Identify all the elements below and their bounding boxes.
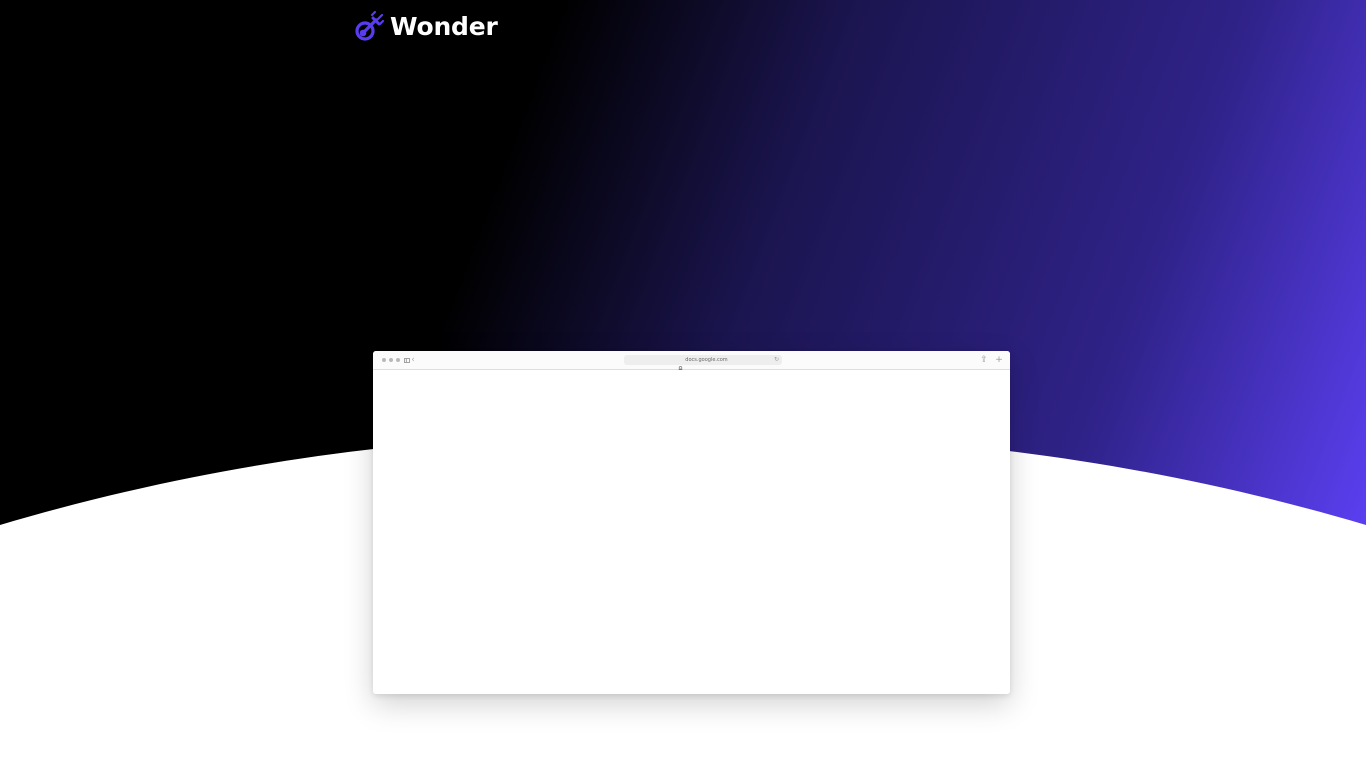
minimize-dot-icon[interactable] [389, 358, 393, 362]
maximize-dot-icon[interactable] [396, 358, 400, 362]
browser-mockup: ‹ docs.google.com ↻ ⇪ + [373, 351, 1010, 694]
share-icon[interactable]: ⇪ [979, 354, 989, 366]
brand-logo[interactable]: Wonder [352, 10, 498, 44]
address-bar[interactable]: docs.google.com ↻ [624, 355, 782, 372]
brand-name: Wonder [390, 12, 498, 41]
lock-icon [678, 357, 683, 372]
comet-icon [352, 10, 386, 44]
url-text: docs.google.com [685, 357, 728, 363]
back-chevron-icon[interactable]: ‹ [408, 354, 418, 366]
browser-page-content [373, 370, 1010, 694]
reload-icon[interactable]: ↻ [774, 356, 779, 364]
plus-icon[interactable]: + [994, 354, 1004, 366]
browser-toolbar: ‹ docs.google.com ↻ ⇪ + [373, 351, 1010, 372]
close-dot-icon[interactable] [382, 358, 386, 362]
